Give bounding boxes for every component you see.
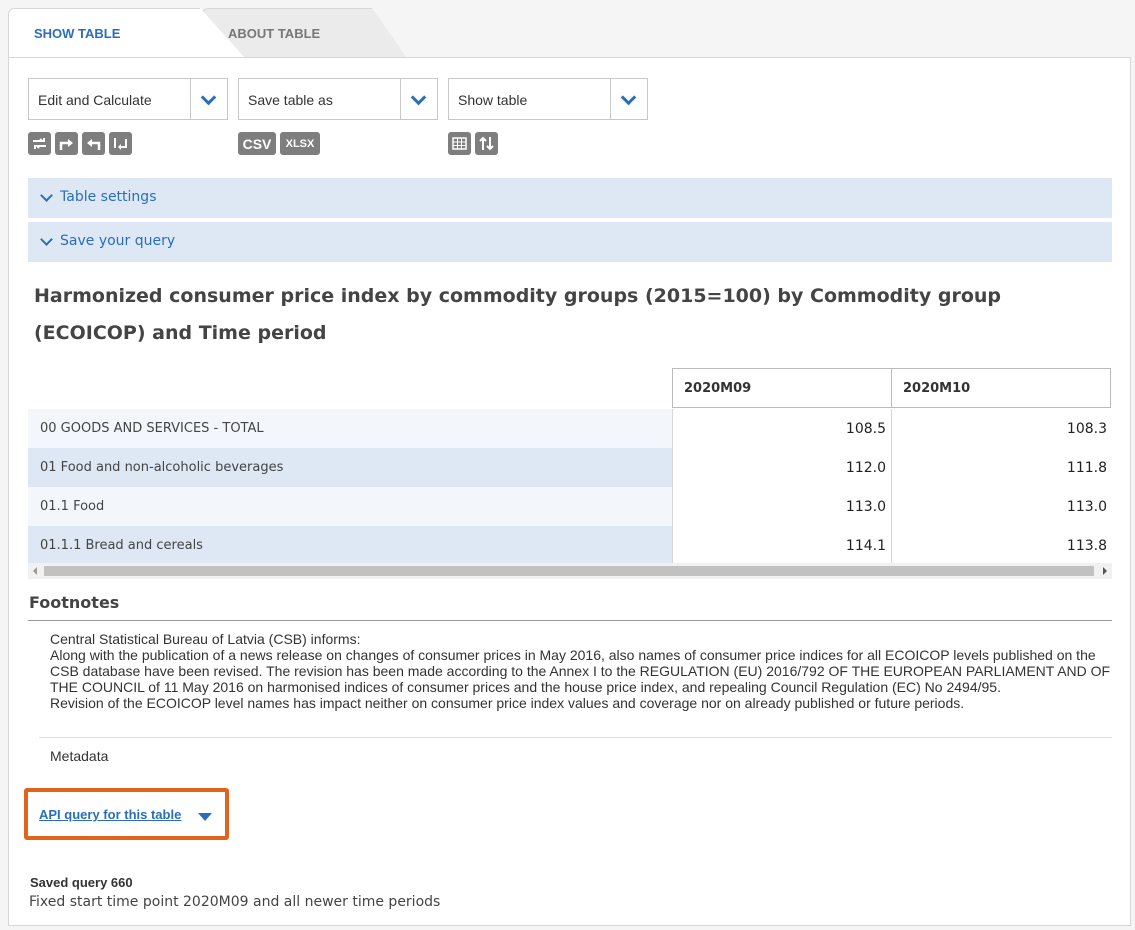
table-row: 00 GOODS AND SERVICES - TOTAL 108.5 108.… <box>28 409 1112 448</box>
sort-updown-icon[interactable] <box>475 132 498 155</box>
table-cell: 112.0 <box>672 448 891 487</box>
save-query-label: Save your query <box>60 233 176 249</box>
table-row: 01.1 Food 113.0 113.0 <box>28 487 1112 526</box>
data-table: 2020M09 2020M10 00 GOODS AND SERVICES - … <box>28 368 1112 578</box>
divider <box>28 620 1112 621</box>
caret-down-icon[interactable] <box>198 813 212 821</box>
undo-icon[interactable] <box>82 132 105 155</box>
table-cell: 114.1 <box>672 526 891 565</box>
pivot-icon[interactable] <box>28 132 51 155</box>
tab-show-label: SHOW TABLE <box>34 26 121 41</box>
saved-query-title: Saved query 660 <box>30 875 133 890</box>
scroll-left-icon[interactable] <box>33 567 37 575</box>
footnote-line: Revision of the ECOICOP level names has … <box>50 695 965 711</box>
save-table-label: Save table as <box>248 92 333 108</box>
main-panel: Edit and Calculate Save table as Show ta… <box>8 57 1131 926</box>
table-row: 01 Food and non-alcoholic beverages 112.… <box>28 448 1112 487</box>
row-label: 01 Food and non-alcoholic beverages <box>28 448 672 487</box>
show-table-label: Show table <box>458 92 528 108</box>
save-query-accordion[interactable]: Save your query <box>28 222 1112 262</box>
column-header[interactable]: 2020M09 <box>672 368 892 408</box>
table-cell: 108.5 <box>672 409 891 448</box>
edit-icon-group <box>28 132 132 156</box>
save-table-dropdown[interactable]: Save table as <box>238 78 438 120</box>
column-header[interactable]: 2020M10 <box>891 368 1111 408</box>
chevron-down-icon <box>200 89 217 106</box>
table-cell: 113.8 <box>891 526 1112 565</box>
table-cell: 111.8 <box>891 448 1112 487</box>
row-label: 01.1.1 Bread and cereals <box>28 526 672 565</box>
sort-icon[interactable] <box>109 132 132 155</box>
save-format-group: CSV XLSX <box>238 132 320 156</box>
footnote-line: Along with the publication of a news rel… <box>50 647 1111 695</box>
table-view-icon[interactable] <box>448 132 471 155</box>
tab-show-table[interactable]: SHOW TABLE <box>8 8 245 58</box>
horizontal-scrollbar[interactable] <box>28 563 1112 579</box>
table-settings-label: Table settings <box>60 189 157 205</box>
row-label: 00 GOODS AND SERVICES - TOTAL <box>28 409 672 448</box>
csv-button[interactable]: CSV <box>238 132 276 155</box>
edit-calculate-toggle[interactable] <box>190 79 227 119</box>
chevron-down-icon <box>40 189 53 202</box>
scroll-right-icon[interactable] <box>1103 567 1107 575</box>
footnotes-body: Central Statistical Bureau of Latvia (CS… <box>50 631 1120 711</box>
save-table-toggle[interactable] <box>400 79 437 119</box>
tab-bar: ABOUT TABLE SHOW TABLE <box>8 8 1132 58</box>
table-settings-accordion[interactable]: Table settings <box>28 178 1112 218</box>
metadata-link[interactable]: Metadata <box>50 748 108 764</box>
table-cell: 113.0 <box>672 487 891 526</box>
table-cell: 113.0 <box>891 487 1112 526</box>
table-row: 01.1.1 Bread and cereals 114.1 113.8 <box>28 526 1112 565</box>
show-icon-group <box>448 132 498 156</box>
footnotes-title: Footnotes <box>29 593 120 612</box>
edit-calculate-label: Edit and Calculate <box>38 92 152 108</box>
divider <box>39 737 1112 738</box>
saved-query-description: Fixed start time point 2020M09 and all n… <box>29 894 441 910</box>
show-table-toggle[interactable] <box>610 79 647 119</box>
chevron-down-icon <box>620 89 637 106</box>
redo-icon[interactable] <box>55 132 78 155</box>
footnote-line: Central Statistical Bureau of Latvia (CS… <box>50 631 361 647</box>
chevron-down-icon <box>410 89 427 106</box>
xlsx-button[interactable]: XLSX <box>280 132 320 155</box>
api-query-link[interactable]: API query for this table <box>39 807 181 822</box>
scrollbar-thumb[interactable] <box>44 566 1094 576</box>
api-query-highlight: API query for this table <box>24 788 229 840</box>
table-title: Harmonized consumer price index by commo… <box>34 285 1002 344</box>
show-table-dropdown[interactable]: Show table <box>448 78 648 120</box>
edit-calculate-dropdown[interactable]: Edit and Calculate <box>28 78 228 120</box>
row-label: 01.1 Food <box>28 487 672 526</box>
table-cell: 108.3 <box>891 409 1112 448</box>
chevron-down-icon <box>40 233 53 246</box>
